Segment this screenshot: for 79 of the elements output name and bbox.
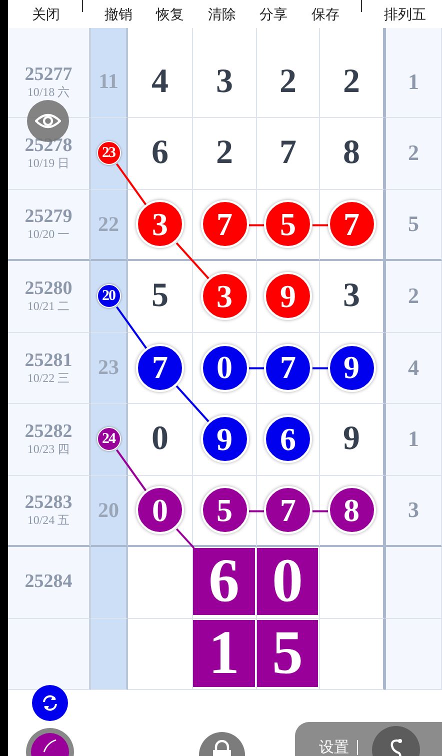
trend-line [176,528,195,549]
digit: 7 [280,134,296,172]
digit-ball: 9 [264,272,312,320]
skip-marker: 24 [96,427,120,452]
draw-date: 10/21 二 [27,299,70,314]
digit: 2 [216,134,233,172]
span-value: 5 [408,211,419,238]
eye-icon [35,112,61,130]
toolbar-button[interactable]: 恢复 [154,4,186,24]
toolbar-button[interactable]: 分享 [258,4,290,24]
digit-ball: 0 [136,486,184,534]
issue-number: 25279 [24,207,72,228]
digit-ball: 9 [200,415,248,464]
issue-number: 25280 [24,279,72,300]
digit: 0 [152,420,168,458]
digit-ball: 7 [136,344,184,392]
curve-icon [388,738,404,756]
span-value: 1 [408,426,419,452]
draw-date: 10/19 日 [27,156,70,170]
toolbar-button[interactable]: 保存 [309,4,342,24]
issue-number: 25281 [24,350,72,371]
draw-date: 10/18 六 [27,84,70,98]
predicted-digit: 0 [257,548,318,615]
digit: 3 [343,277,360,316]
issue-number: 25282 [24,422,72,442]
trend-line [116,449,148,492]
digit-ball: 5 [200,486,248,534]
predicted-digit: 1 [193,620,255,686]
digit-ball: 7 [200,200,248,248]
feather-icon [43,739,57,753]
skip-marker: 20 [96,284,120,308]
lock-icon [211,740,233,756]
digit-ball: 8 [328,486,376,534]
digit-ball: 9 [328,344,376,392]
digit-ball: 7 [264,486,312,534]
trend-line [116,306,148,350]
predicted-digit: 5 [257,620,318,686]
digit-ball: 5 [264,200,312,248]
refresh-icon [41,694,59,712]
trend-line [176,242,210,280]
digit-ball: 7 [328,200,376,248]
span-value: 4 [408,354,419,381]
trend-line [116,163,148,206]
digit-ball: 3 [136,200,184,248]
draw-date: 10/22 三 [27,370,70,385]
span-value: 3 [408,497,419,524]
issue-number: 25278 [24,136,72,156]
toolbar-button[interactable]: 清除 [206,4,238,24]
digit: 5 [152,277,168,316]
digit: 2 [343,62,360,100]
issue-number: 25277 [24,64,72,84]
sum-value: 20 [98,498,119,523]
digit: 9 [343,420,360,458]
digit: 8 [343,134,360,172]
sum-value: 22 [98,212,119,237]
digit: 2 [280,62,296,100]
span-value: 1 [408,68,419,94]
draw-date: 10/20 一 [27,227,70,242]
draw-date: 10/24 五 [27,513,70,528]
trend-line [176,385,210,423]
digit: 3 [216,62,233,100]
skip-marker: 23 [96,141,120,166]
sum-value: 11 [98,69,118,94]
span-value: 2 [408,140,419,166]
predicted-digit: 6 [193,548,255,615]
issue-number: 25283 [24,493,72,514]
digit-ball: 7 [264,344,312,392]
digit-ball: 3 [200,272,248,320]
toolbar-button[interactable]: 排列五 [382,4,428,24]
digit-ball: 0 [200,344,248,392]
span-value: 2 [408,283,419,310]
digit: 4 [152,62,168,100]
issue-number: 25284 [24,572,72,592]
toolbar-button[interactable]: 撤销 [102,4,134,24]
digit-ball: 6 [264,415,312,464]
digit: 6 [152,134,168,172]
sum-value: 23 [98,355,119,380]
toolbar-button[interactable]: 关闭 [30,4,62,24]
draw-date: 10/23 四 [27,442,70,456]
